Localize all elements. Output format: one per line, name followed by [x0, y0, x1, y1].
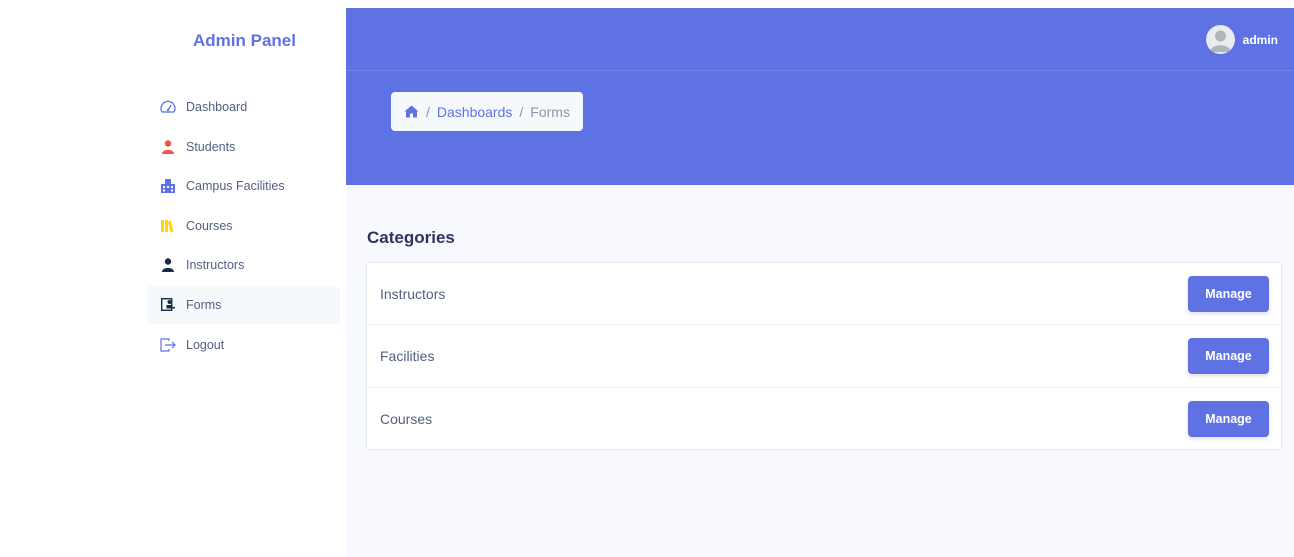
category-label: Facilities — [380, 347, 435, 364]
home-icon[interactable] — [404, 105, 419, 118]
breadcrumb-current: Forms — [530, 103, 570, 120]
sidebar-item-label: Students — [186, 139, 236, 154]
manage-button[interactable]: Manage — [1188, 337, 1269, 374]
sidebar-item-courses[interactable]: Courses — [147, 207, 340, 245]
breadcrumb-separator: / — [426, 103, 430, 120]
sidebar-item-label: Instructors — [186, 258, 245, 273]
list-item: Courses Manage — [367, 388, 1281, 450]
breadcrumb: / Dashboards / Forms — [391, 92, 583, 131]
breadcrumb-link-dashboards[interactable]: Dashboards — [437, 104, 513, 120]
breadcrumb-separator: / — [519, 103, 524, 120]
sidebar-item-campus-facilities[interactable]: Campus Facilities — [147, 167, 340, 205]
category-label: Courses — [380, 410, 433, 427]
page-title: Categories — [367, 228, 455, 247]
sidebar-item-label: Logout — [186, 337, 225, 352]
sidebar-item-students[interactable]: Students — [147, 128, 340, 166]
category-label: Instructors — [380, 285, 446, 302]
sidebar-nav: Dashboard Students Campus Facilities Cou… — [147, 88, 340, 365]
header: admin / Dashboards / Forms — [346, 8, 1294, 185]
list-item: Instructors Manage — [367, 263, 1281, 326]
sidebar-item-label: Forms — [186, 297, 222, 312]
sidebar-item-instructors[interactable]: Instructors — [147, 246, 340, 284]
user-name[interactable]: admin — [1243, 33, 1278, 47]
manage-button[interactable]: Manage — [1188, 400, 1269, 437]
person-icon — [160, 139, 176, 155]
sidebar-item-forms[interactable]: Forms — [147, 285, 340, 324]
manage-button[interactable]: Manage — [1188, 275, 1269, 312]
id-card-icon — [160, 297, 176, 313]
person-icon — [160, 257, 176, 273]
brand-title[interactable]: Admin Panel — [193, 31, 296, 51]
user-menu[interactable]: admin — [1205, 25, 1278, 54]
avatar[interactable] — [1205, 25, 1235, 54]
building-icon — [160, 178, 176, 194]
categories-list: Instructors Manage Facilities Manage Cou… — [366, 262, 1282, 450]
books-icon — [160, 218, 176, 234]
sidebar-item-dashboard[interactable]: Dashboard — [147, 88, 340, 126]
main-content: Categories Instructors Manage Facilities… — [346, 185, 1294, 557]
topbar-divider — [346, 70, 1294, 71]
sidebar-item-label: Campus Facilities — [186, 179, 285, 194]
sidebar-item-logout[interactable]: Logout — [147, 326, 340, 364]
sidebar-item-label: Courses — [186, 218, 233, 233]
sidebar-item-label: Dashboard — [186, 100, 248, 114]
sidebar: Admin Panel Dashboard Students Campus Fa… — [0, 0, 346, 557]
speedometer-icon — [160, 99, 176, 115]
logout-icon — [160, 337, 176, 353]
list-item: Facilities Manage — [367, 325, 1281, 388]
